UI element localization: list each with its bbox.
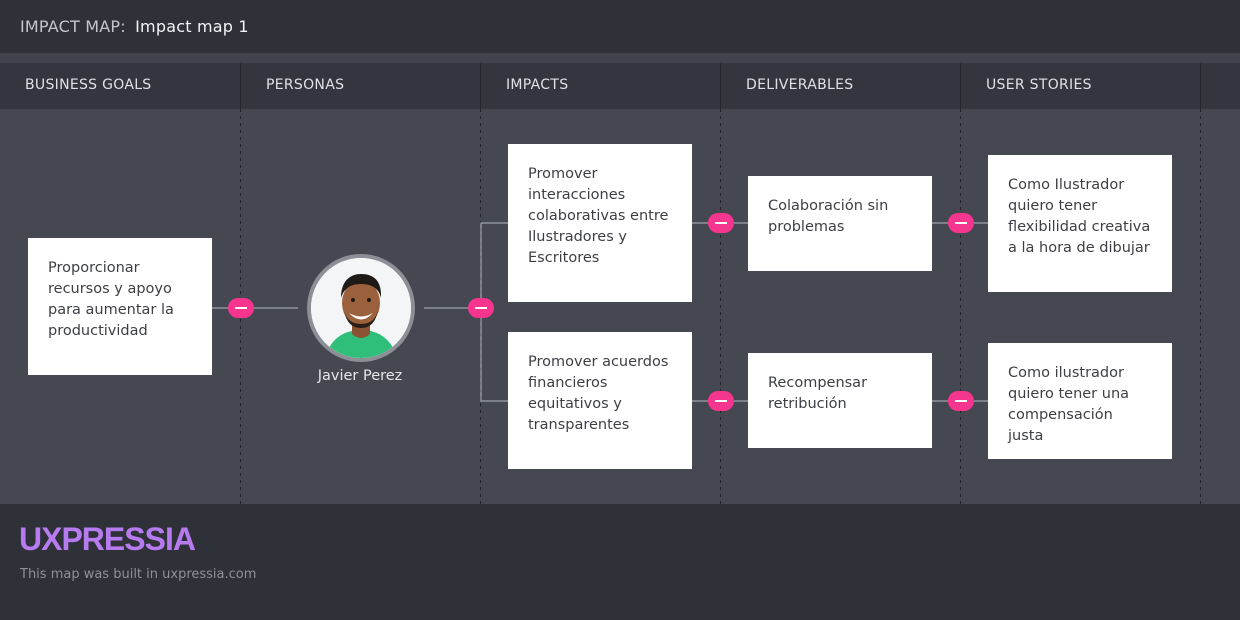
column-headers: BUSINESS GOALS PERSONAS IMPACTS DELIVERA… <box>0 63 1240 109</box>
map-title: IMPACT MAP: Impact map 1 <box>20 17 249 36</box>
card-text: Promover acuerdos financieros equitativo… <box>528 354 669 433</box>
card-text: Como ilustrador quiero tener una compens… <box>1008 365 1130 444</box>
top-bar: IMPACT MAP: Impact map 1 <box>0 0 1240 53</box>
deliverable-card[interactable]: Colaboración sin problemas <box>748 176 932 271</box>
column-label: USER STORIES <box>986 77 1092 93</box>
collapse-impact-toggle[interactable] <box>708 391 734 411</box>
column-user-stories: USER STORIES <box>961 63 1201 109</box>
collapse-persona-toggle[interactable] <box>468 298 494 318</box>
column-business-goals: BUSINESS GOALS <box>0 63 241 109</box>
persona-avatar[interactable] <box>307 254 415 362</box>
header-band <box>0 53 1240 63</box>
column-deliverables: DELIVERABLES <box>721 63 961 109</box>
card-text: Promover interacciones colaborativas ent… <box>528 166 669 266</box>
column-label: IMPACTS <box>506 77 569 93</box>
map-name[interactable]: Impact map 1 <box>135 17 249 36</box>
deliverable-card[interactable]: Recompensar retribución <box>748 353 932 448</box>
column-personas: PERSONAS <box>241 63 481 109</box>
column-impacts: IMPACTS <box>481 63 721 109</box>
user-story-card[interactable]: Como Ilustrador quiero tener flexibilida… <box>988 155 1172 292</box>
business-goal-card[interactable]: Proporcionar recursos y apoyo para aumen… <box>28 238 212 375</box>
user-story-card[interactable]: Como ilustrador quiero tener una compens… <box>988 343 1172 459</box>
column-label: PERSONAS <box>266 77 345 93</box>
card-text: Colaboración sin problemas <box>768 198 889 235</box>
footer: UXPRESSIA This map was built in uxpressi… <box>0 504 1240 620</box>
column-label: DELIVERABLES <box>746 77 854 93</box>
collapse-deliverable-toggle[interactable] <box>948 391 974 411</box>
card-text: Proporcionar recursos y apoyo para aumen… <box>48 260 174 339</box>
map-type-label: IMPACT MAP: <box>20 17 126 36</box>
collapse-impact-toggle[interactable] <box>708 213 734 233</box>
collapse-deliverable-toggle[interactable] <box>948 213 974 233</box>
uxpressia-logo[interactable]: UXPRESSIA <box>19 521 196 558</box>
card-text: Recompensar retribución <box>768 375 868 412</box>
column-label: BUSINESS GOALS <box>25 77 152 93</box>
persona-name: Javier Perez <box>317 368 403 384</box>
impact-card[interactable]: Promover interacciones colaborativas ent… <box>508 144 692 302</box>
built-with-text: This map was built in uxpressia.com <box>20 567 257 582</box>
avatar-photo <box>311 258 411 358</box>
card-text: Como Ilustrador quiero tener flexibilida… <box>1008 177 1151 256</box>
impact-card[interactable]: Promover acuerdos financieros equitativo… <box>508 332 692 469</box>
collapse-goal-toggle[interactable] <box>228 298 254 318</box>
